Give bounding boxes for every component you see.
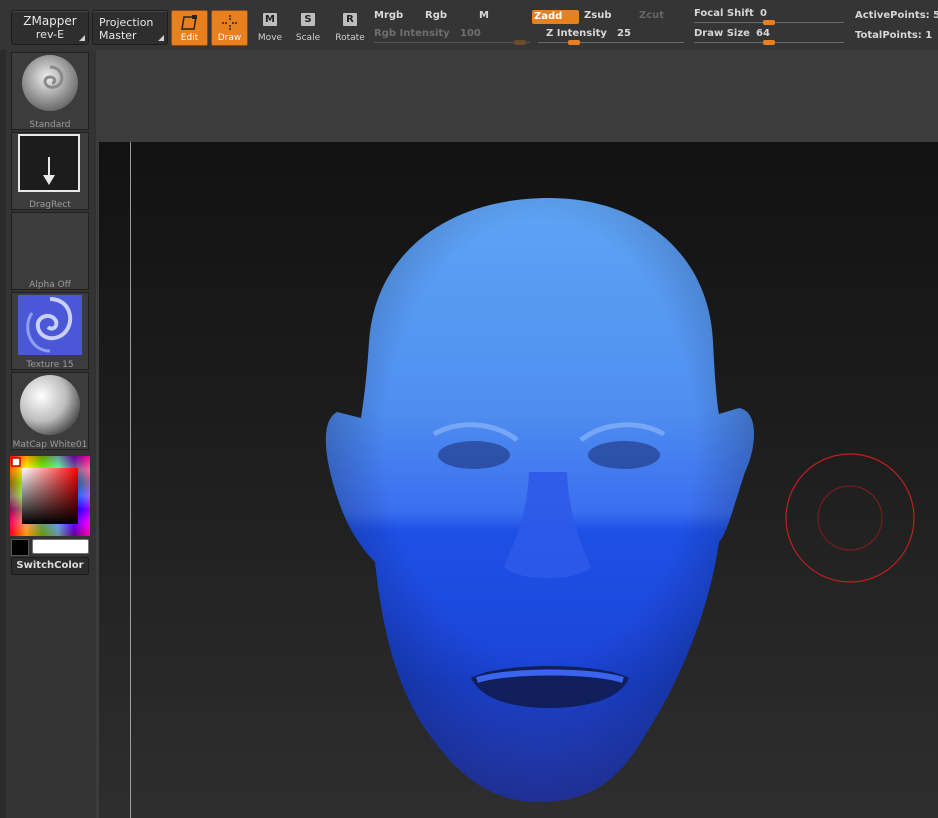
draw-button[interactable]: Draw xyxy=(211,10,248,46)
material-thumbnail[interactable]: MatCap White01 xyxy=(11,372,89,450)
rgb-intensity-slider[interactable]: Rgb Intensity 100 xyxy=(374,27,530,45)
zmapper-button[interactable]: ZMapper rev-E xyxy=(11,10,89,45)
scale-icon: S xyxy=(301,13,315,26)
slider-knob xyxy=(514,40,526,45)
brush-cursor-ring xyxy=(785,453,915,583)
dropdown-corner-icon xyxy=(158,35,164,41)
stroke-thumbnail[interactable]: DragRect xyxy=(11,132,89,210)
draw-size-slider[interactable]: Draw Size 64 xyxy=(694,27,844,45)
zmapper-version: rev-E xyxy=(35,28,65,41)
scale-button[interactable]: S Scale xyxy=(290,11,326,43)
slider-knob xyxy=(763,40,775,45)
brush-caption: Standard xyxy=(29,120,71,130)
zsub-button[interactable]: Zsub xyxy=(584,10,611,21)
draw-size-label: Draw Size xyxy=(694,28,750,39)
top-toolbar: ZMapper rev-E Projection Master Edit Dra… xyxy=(0,0,938,51)
rgb-intensity-label: Rgb Intensity xyxy=(374,28,450,39)
total-points-value: 1 xyxy=(925,30,933,41)
edit-button[interactable]: Edit xyxy=(171,10,208,46)
scale-label: Scale xyxy=(295,33,321,43)
projection-line1: Projection xyxy=(99,16,154,29)
texture-swirl-icon xyxy=(18,295,82,355)
material-caption: MatCap White01 xyxy=(12,440,88,450)
move-label: Move xyxy=(257,33,283,43)
focal-shift-label: Focal Shift xyxy=(694,8,754,19)
total-points-label: TotalPoints: xyxy=(855,30,922,41)
move-icon: M xyxy=(263,13,277,26)
zcut-button[interactable]: Zcut xyxy=(639,10,664,21)
edit-label: Edit xyxy=(180,33,199,43)
zadd-button[interactable]: Zadd xyxy=(532,10,579,24)
focal-shift-slider[interactable]: Focal Shift 0 xyxy=(694,8,844,26)
alpha-thumbnail[interactable]: Alpha Off xyxy=(11,212,89,290)
left-edge-strip xyxy=(0,50,6,818)
draw-label: Draw xyxy=(217,33,242,43)
alpha-caption: Alpha Off xyxy=(29,280,71,290)
texture-caption: Texture 15 xyxy=(26,360,74,370)
slider-track xyxy=(538,42,684,43)
canvas-guide-line xyxy=(130,142,131,818)
dropdown-corner-icon xyxy=(79,35,85,41)
rotate-label: Rotate xyxy=(335,33,365,43)
rotate-icon: R xyxy=(343,13,357,26)
slider-knob xyxy=(568,40,580,45)
standard-brush-icon xyxy=(22,55,78,111)
move-button[interactable]: M Move xyxy=(252,11,288,43)
main-color-swatch[interactable] xyxy=(32,539,89,554)
color-wheel xyxy=(10,456,90,536)
total-points-readout: TotalPoints: 1 xyxy=(855,30,932,41)
brush-thumbnail[interactable]: Standard xyxy=(11,52,89,130)
z-intensity-slider[interactable]: Z Intensity 25 xyxy=(538,27,684,45)
switch-color-button[interactable]: SwitchColor xyxy=(11,557,89,575)
slider-track xyxy=(374,42,530,43)
rgb-intensity-value: 100 xyxy=(460,28,481,39)
slider-knob xyxy=(763,20,775,25)
color-picker[interactable] xyxy=(10,456,90,536)
zadd-label: Zadd xyxy=(534,11,563,22)
m-button[interactable]: M xyxy=(479,10,489,21)
edit-frame-icon xyxy=(180,15,197,30)
focal-shift-value: 0 xyxy=(760,8,767,19)
active-points-label: ActivePoints: xyxy=(855,10,930,21)
canvas[interactable] xyxy=(99,142,938,818)
draw-size-value: 64 xyxy=(756,28,770,39)
secondary-color-swatch[interactable] xyxy=(11,539,29,556)
stroke-caption: DragRect xyxy=(29,200,71,210)
texture-thumbnail[interactable]: Texture 15 xyxy=(11,292,89,370)
projection-master-button[interactable]: Projection Master xyxy=(92,10,168,45)
rgb-button[interactable]: Rgb xyxy=(425,10,447,21)
active-points-readout: ActivePoints: 5 xyxy=(855,10,938,21)
draw-crosshair-icon xyxy=(221,15,238,31)
rotate-button[interactable]: R Rotate xyxy=(332,11,368,43)
active-points-value: 5 xyxy=(933,10,938,21)
drag-rect-icon xyxy=(18,134,80,192)
z-intensity-value: 25 xyxy=(617,28,631,39)
switch-color-label: SwitchColor xyxy=(16,560,84,571)
projection-line2: Master xyxy=(99,29,137,42)
matcap-sphere-icon xyxy=(20,375,80,435)
z-intensity-label: Z Intensity xyxy=(546,28,607,39)
zmapper-title: ZMapper xyxy=(23,14,77,28)
mrgb-button[interactable]: Mrgb xyxy=(374,10,403,21)
